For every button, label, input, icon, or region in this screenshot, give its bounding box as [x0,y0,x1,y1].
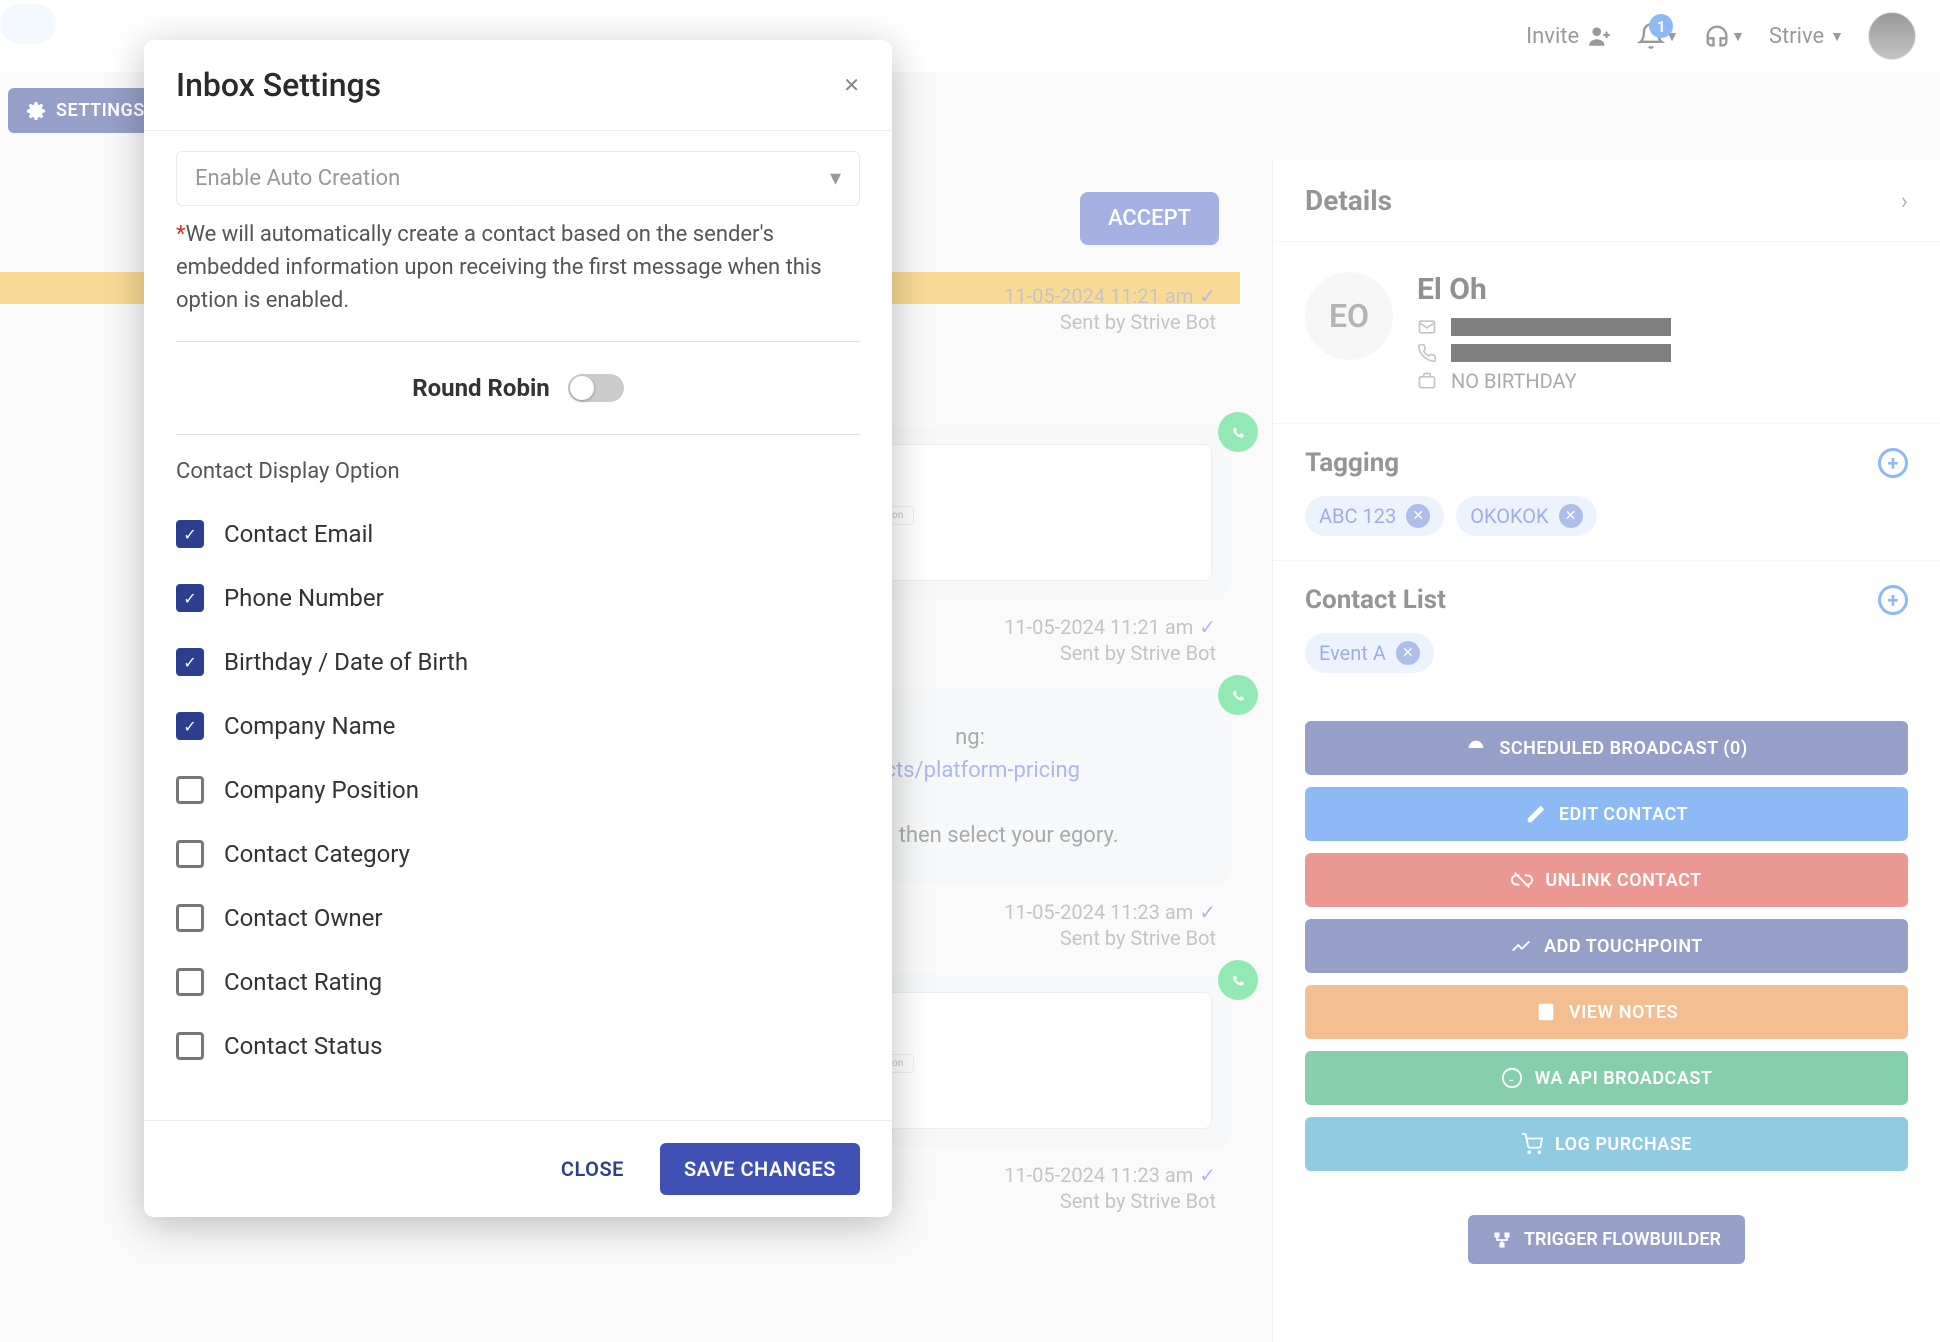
checkbox[interactable]: ✓ [176,712,204,740]
helper-text: *We will automatically create a contact … [176,218,860,317]
divider [176,434,860,435]
checkbox-label: Contact Status [224,1032,382,1060]
round-robin-toggle[interactable] [568,374,624,402]
checkbox-label: Contact Category [224,840,410,868]
checkbox-row[interactable]: ✓ Birthday / Date of Birth [176,648,860,676]
checkbox-row[interactable]: Contact Rating [176,968,860,996]
checkbox-label: Contact Owner [224,904,383,932]
modal-title: Inbox Settings [176,66,381,104]
inbox-settings-modal: Inbox Settings ✕ Enable Auto Creation ▾ … [144,40,892,1217]
checkbox-label: Company Position [224,776,419,804]
modal-header: Inbox Settings ✕ [144,40,892,131]
checkbox[interactable]: ✓ [176,520,204,548]
checkbox-row[interactable]: ✓ Company Name [176,712,860,740]
checkbox[interactable]: ✓ [176,648,204,676]
checkbox[interactable]: ✓ [176,584,204,612]
checkbox-row[interactable]: ✓ Phone Number [176,584,860,612]
modal-close-button[interactable]: ✕ [843,73,860,97]
chevron-down-icon: ▾ [830,166,841,191]
close-button[interactable]: CLOSE [543,1143,642,1195]
checkbox-row[interactable]: Contact Owner [176,904,860,932]
checkbox-row[interactable]: ✓ Contact Email [176,520,860,548]
checkbox-label: Contact Rating [224,968,382,996]
modal-body: Enable Auto Creation ▾ *We will automati… [144,131,892,1120]
checkbox[interactable] [176,904,204,932]
checkbox[interactable] [176,968,204,996]
checkbox[interactable] [176,1032,204,1060]
contact-display-title: Contact Display Option [176,459,860,484]
checkbox[interactable] [176,840,204,868]
checkbox-label: Company Name [224,712,395,740]
modal-footer: CLOSE SAVE CHANGES [144,1120,892,1217]
checkbox-label: Birthday / Date of Birth [224,648,468,676]
save-changes-button[interactable]: SAVE CHANGES [660,1143,860,1195]
round-robin-label: Round Robin [412,374,550,402]
checkbox-row[interactable]: Company Position [176,776,860,804]
checkbox-label: Contact Email [224,520,373,548]
checkbox[interactable] [176,776,204,804]
round-robin-row: Round Robin [176,358,860,418]
checkbox-row[interactable]: Contact Category [176,840,860,868]
auto-creation-dropdown[interactable]: Enable Auto Creation ▾ [176,151,860,206]
checkbox-row[interactable]: Contact Status [176,1032,860,1060]
divider [176,341,860,342]
checkbox-label: Phone Number [224,584,384,612]
